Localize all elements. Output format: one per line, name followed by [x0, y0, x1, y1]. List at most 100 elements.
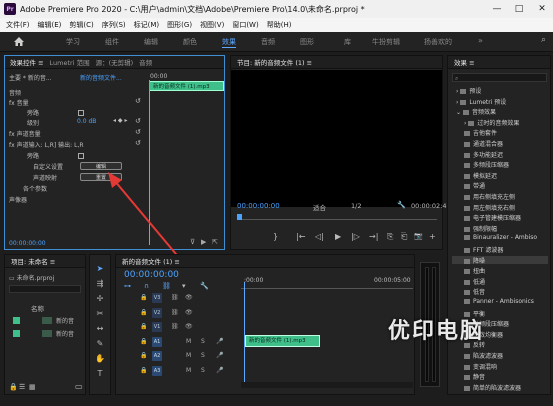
expand-arrow-icon[interactable]: ⌄ — [456, 109, 463, 116]
keyframe-nav-icon[interactable]: ◂ ◆ ▸ — [113, 117, 127, 124]
timeline-scrollbar[interactable] — [241, 382, 413, 388]
effects-panel-title[interactable]: 效果 ≡ — [454, 57, 475, 67]
fit-dropdown[interactable]: 适合 — [313, 202, 326, 212]
voiceover-icon[interactable]: 🎤 — [216, 352, 223, 359]
effect-controls-timecode[interactable]: 00:00:00:00 — [9, 240, 46, 249]
play-audio-icon[interactable]: ▶ — [201, 238, 206, 246]
workspace-custom-2[interactable]: 扬善欢的 — [424, 37, 452, 47]
more-workspaces-icon[interactable]: » — [478, 36, 483, 45]
solo-icon[interactable]: S — [201, 367, 205, 374]
menu-window[interactable]: 窗口(W) — [232, 20, 258, 30]
workspace-assembly[interactable]: 组件 — [105, 37, 119, 47]
effects-item[interactable]: 低通 — [452, 277, 548, 286]
timeline-settings-icon[interactable]: 🔧 — [200, 282, 209, 290]
effects-item[interactable]: 简单的陷波滤波器 — [452, 383, 548, 392]
program-playhead[interactable] — [237, 214, 242, 220]
program-monitor-title[interactable]: 节目: 新的音频文件 (1) ≡ — [237, 57, 312, 67]
hand-tool-icon[interactable]: ✋ — [94, 352, 106, 364]
project-item-2[interactable]: 新的音 — [13, 328, 85, 338]
selection-tool-icon[interactable]: ➤ — [94, 262, 106, 274]
effects-item[interactable]: › Lumetri 预设 — [452, 97, 548, 106]
voiceover-icon[interactable]: 🎤 — [216, 367, 223, 374]
close-button[interactable]: ✕ — [531, 0, 553, 18]
ripple-edit-tool-icon[interactable]: ✢ — [94, 292, 106, 304]
tab-lumetri-scopes[interactable]: Lumetri 范围 — [50, 57, 90, 67]
workspace-effects[interactable]: 效果 — [222, 37, 236, 48]
toggle-output-icon[interactable]: 👁 — [185, 323, 193, 330]
add-button-icon[interactable]: + — [429, 232, 436, 241]
track-v3-label[interactable]: V3 — [152, 293, 162, 303]
mark-out-icon[interactable]: } — [273, 232, 278, 241]
reset-channel-icon[interactable]: ↺ — [135, 128, 141, 136]
level-value[interactable]: 0.0 dB — [77, 118, 96, 127]
effects-item[interactable]: 扭曲 — [452, 266, 548, 275]
effects-item[interactable]: 带通 — [452, 181, 548, 190]
workspace-audio[interactable]: 音频 — [261, 37, 275, 47]
workspace-custom-1[interactable]: 牛扮剪辑 — [372, 37, 400, 47]
toggle-output-icon[interactable]: 👁 — [185, 309, 193, 316]
effects-item[interactable]: 强制限幅 — [452, 224, 548, 233]
menu-edit[interactable]: 编辑(E) — [38, 20, 62, 30]
master-dropdown[interactable]: 主要 * 新的音... — [9, 73, 52, 82]
workspace-color[interactable]: 颜色 — [183, 37, 197, 47]
bypass2-checkbox[interactable] — [78, 153, 84, 159]
effects-item[interactable]: › 预设 — [452, 86, 548, 95]
play-icon[interactable]: ▶ — [335, 232, 341, 241]
icon-view-icon[interactable]: ▦ — [29, 383, 36, 391]
menu-clip[interactable]: 剪辑(C) — [69, 20, 93, 30]
track-lock-icon[interactable]: 🔒 — [140, 294, 147, 301]
maximize-button[interactable]: □ — [508, 0, 530, 18]
track-a1-label[interactable]: A1 — [152, 336, 162, 347]
solo-icon[interactable]: S — [201, 352, 205, 359]
new-item-icon[interactable]: ▭ — [75, 382, 83, 391]
timeline-playhead[interactable] — [244, 282, 245, 382]
menu-graphics[interactable]: 图形(G) — [167, 20, 192, 30]
effects-item[interactable]: 用右侧填充左侧 — [452, 192, 548, 201]
clip-bar[interactable]: 新的音频文件 (1).mp3 — [149, 81, 224, 91]
track-lock-icon[interactable]: 🔒 — [140, 338, 147, 345]
workspace-libraries[interactable]: 库 — [344, 37, 351, 47]
bypass-checkbox[interactable] — [78, 110, 84, 116]
effects-item[interactable]: FFT 滤波器 — [452, 245, 548, 254]
workspace-editing[interactable]: 编辑 — [144, 37, 158, 47]
search-icon[interactable]: ⌕ — [541, 35, 546, 45]
reset-level-icon[interactable]: ↺ — [135, 117, 141, 125]
go-to-out-icon[interactable]: →| — [369, 232, 378, 241]
tab-effect-controls[interactable]: 效果控件 ≡ — [10, 57, 44, 67]
program-video-area[interactable] — [231, 70, 442, 207]
export-icon[interactable]: ⇱ — [212, 238, 218, 246]
effects-item[interactable]: 变调混响 — [452, 362, 548, 371]
sync-lock-icon[interactable]: ⛓ — [171, 309, 179, 316]
home-icon[interactable] — [13, 36, 25, 47]
workspace-graphics[interactable]: 图形 — [300, 37, 314, 47]
menu-marker[interactable]: 标记(M) — [134, 20, 160, 30]
step-forward-icon[interactable]: |▷ — [351, 232, 360, 241]
effects-item[interactable]: › 过时的音频效果 — [452, 118, 548, 127]
effects-item[interactable]: 静音 — [452, 372, 548, 381]
program-scrubber[interactable] — [237, 214, 437, 220]
resolution-dropdown[interactable]: 1/2 — [351, 202, 361, 210]
add-marker-icon[interactable]: ▾ — [182, 282, 186, 290]
effects-item[interactable]: 用左侧填充右侧 — [452, 203, 548, 212]
track-lock-icon[interactable]: 🔒 — [140, 367, 147, 374]
menu-sequence[interactable]: 序列(S) — [102, 20, 126, 30]
timeline-ruler[interactable] — [241, 285, 413, 289]
effects-item[interactable]: 陷波滤波器 — [452, 351, 548, 360]
track-a3-label[interactable]: A3 — [152, 365, 162, 376]
effects-item[interactable]: 低音 — [452, 287, 548, 296]
track-select-tool-icon[interactable]: ⇶ — [94, 277, 106, 289]
export-frame-icon[interactable]: 📷 — [414, 232, 423, 240]
track-v1-label[interactable]: V1 — [152, 322, 162, 332]
slip-tool-icon[interactable]: ↔ — [94, 322, 106, 334]
effects-item[interactable]: 电子管建模压缩器 — [452, 213, 548, 222]
project-panel-title[interactable]: 项目: 未命名 ≡ — [11, 256, 55, 266]
sync-lock-icon[interactable]: ⛓ — [171, 294, 179, 301]
track-lock-icon[interactable]: 🔒 — [140, 309, 147, 316]
effects-item[interactable]: Panner - Ambisonics — [452, 298, 548, 306]
effects-item[interactable]: 吉他套件 — [452, 128, 548, 137]
effects-item[interactable]: 通道混合器 — [452, 139, 548, 148]
track-lock-icon[interactable]: 🔒 — [140, 323, 147, 330]
track-lock-icon[interactable]: 🔒 — [140, 352, 147, 359]
effects-item[interactable]: 降噪 — [452, 255, 548, 265]
menu-view[interactable]: 视图(V) — [200, 20, 224, 30]
